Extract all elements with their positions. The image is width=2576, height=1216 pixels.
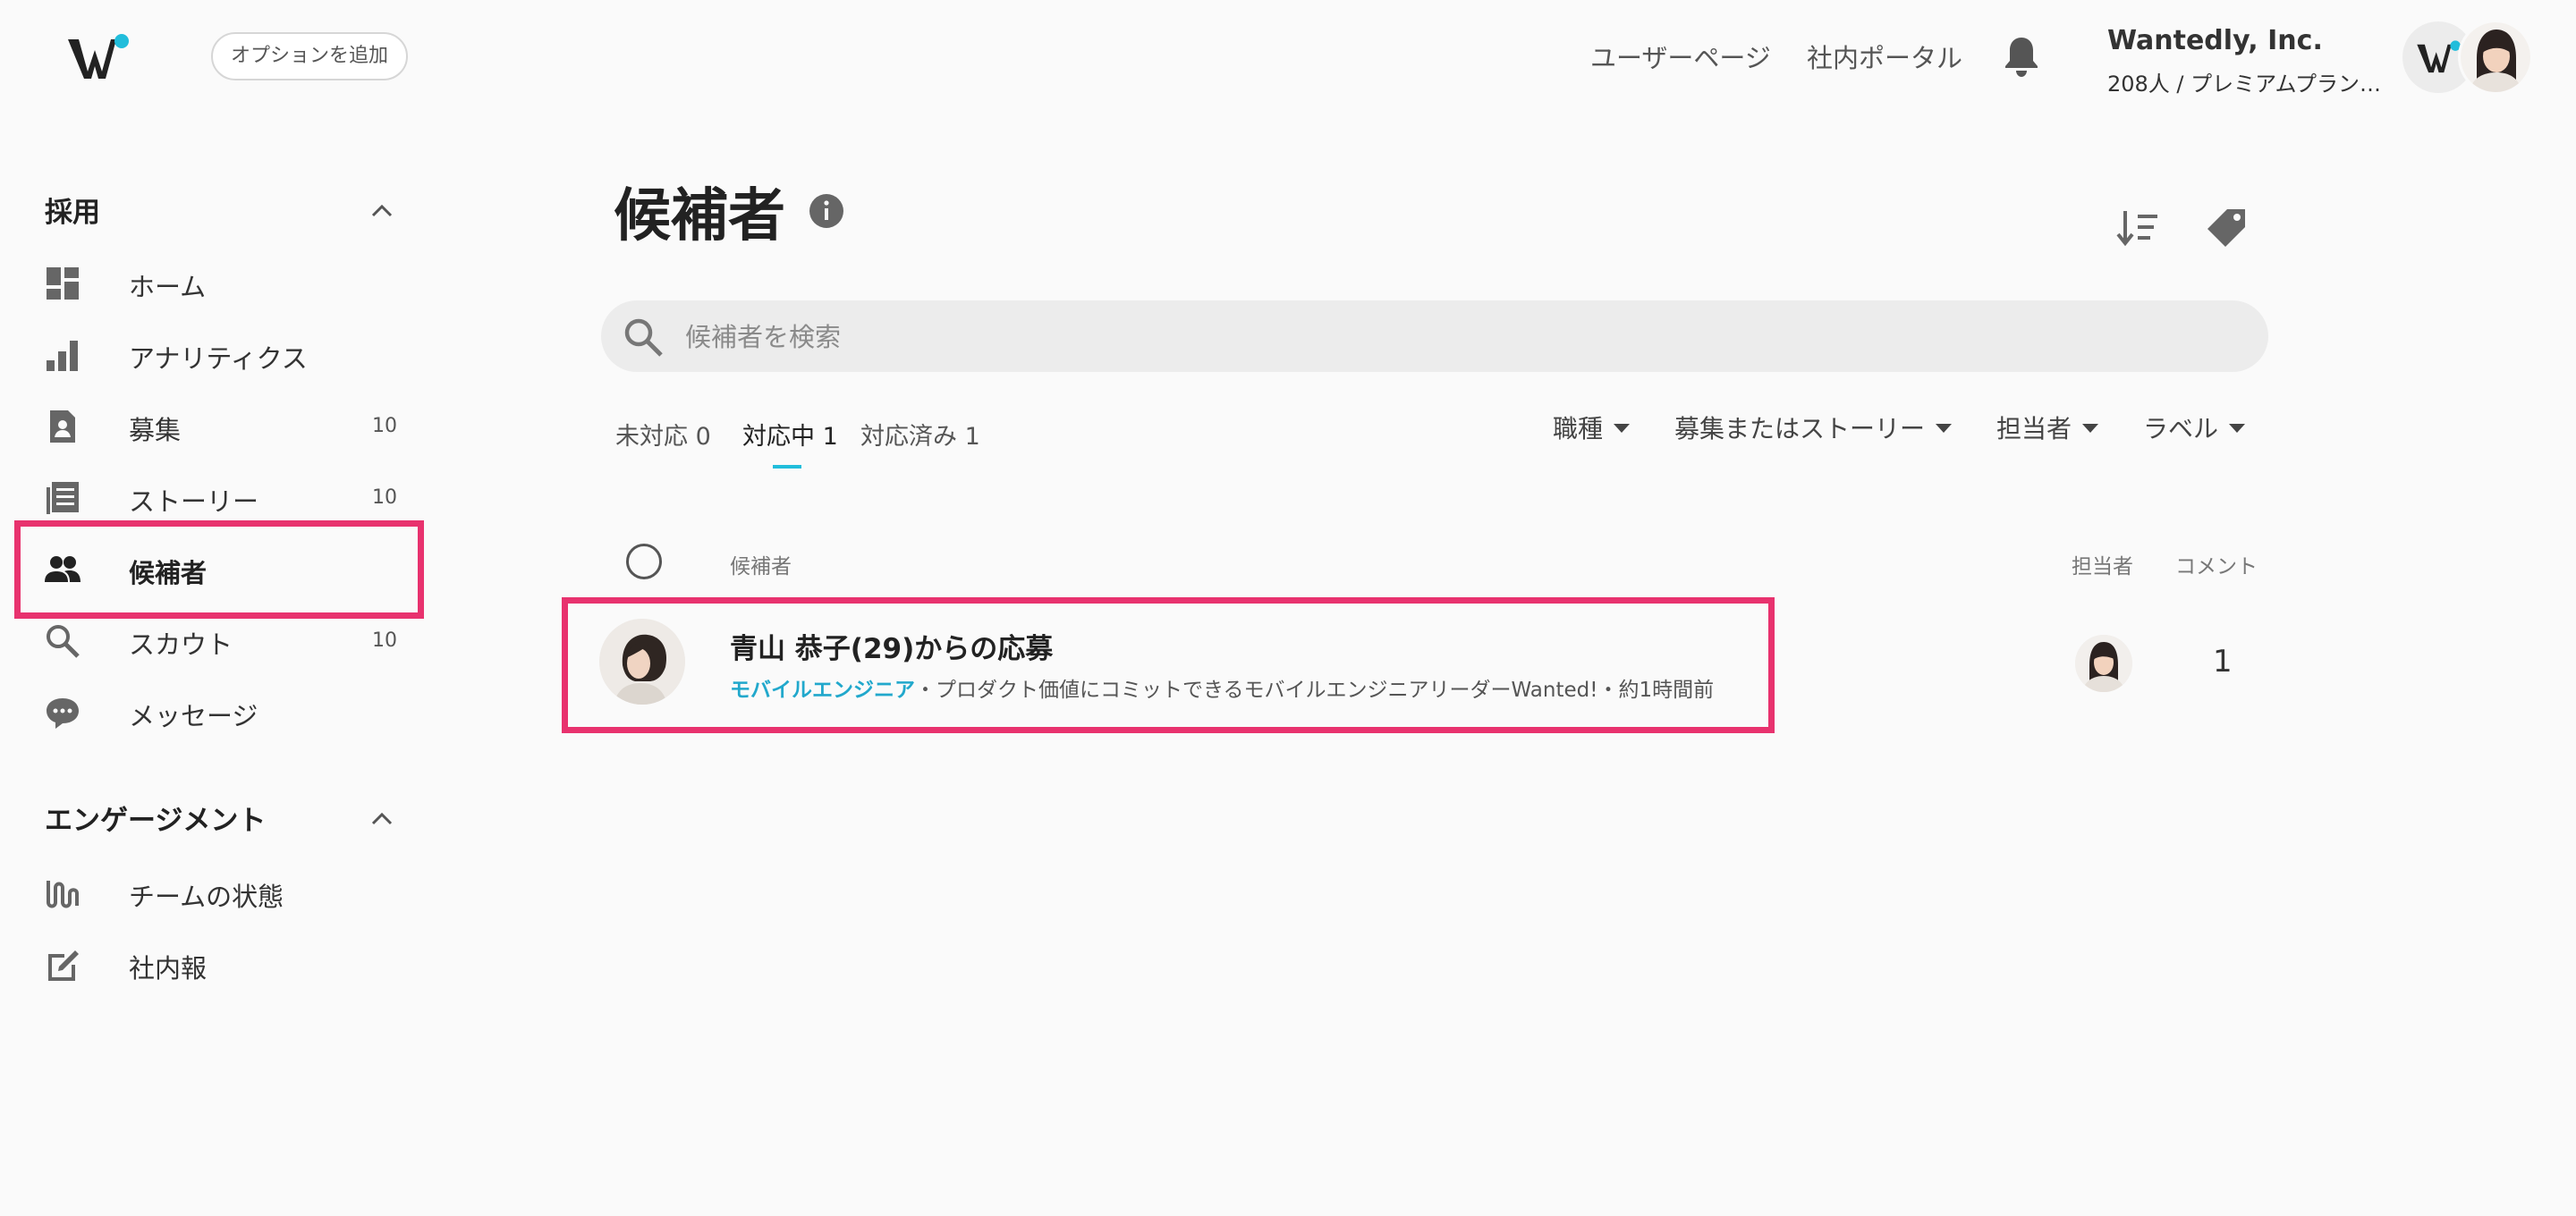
filter-label: 募集またはストーリー: [1674, 414, 1926, 443]
bell-icon[interactable]: [2002, 34, 2041, 79]
user-page-link[interactable]: ユーザーページ: [1590, 38, 1771, 75]
sort-icon[interactable]: [2116, 207, 2159, 249]
filter-assignee[interactable]: 担当者: [1996, 410, 2099, 445]
sidebar-item-count: 10: [372, 415, 397, 437]
search-icon: [47, 625, 80, 658]
account-avatar-group[interactable]: [2402, 20, 2537, 95]
sidebar-item-count: 10: [372, 486, 397, 509]
tab-unhandled[interactable]: 未対応 0: [615, 417, 711, 452]
filter-job-type[interactable]: 職種: [1553, 410, 1631, 445]
select-all-checkbox[interactable]: [626, 544, 662, 579]
assignee-photo-icon: [2075, 635, 2132, 692]
caret-down-icon: [1936, 424, 1953, 433]
sidebar-item-label: アナリティクス: [129, 343, 308, 374]
candidate-row-highlight-box: [562, 597, 1775, 733]
active-tab-indicator: [773, 465, 801, 469]
search-icon: [624, 318, 663, 357]
candidate-search-input[interactable]: [683, 311, 2225, 363]
caret-down-icon: [1614, 424, 1631, 433]
filter-label: ラベル: [2143, 414, 2219, 443]
chat-icon: [47, 698, 79, 729]
comment-count[interactable]: 1: [2213, 644, 2233, 680]
sidebar-item-label: 募集: [129, 415, 182, 445]
sidebar-item-label: 社内報: [129, 953, 208, 984]
person-photo-icon: [2461, 22, 2530, 92]
sidebar-item-count: 10: [372, 629, 397, 652]
sidebar-item-recruit[interactable]: 募集 10: [14, 393, 419, 460]
internal-portal-link[interactable]: 社内ポータル: [1807, 38, 1962, 75]
chevron-up-icon[interactable]: [370, 810, 394, 826]
chevron-up-icon[interactable]: [370, 202, 394, 218]
candidate-search-bar[interactable]: [601, 300, 2268, 372]
column-header-candidate: 候補者: [730, 555, 792, 578]
recruit-document-icon: [50, 410, 75, 443]
sidebar-item-label: ストーリー: [129, 486, 259, 517]
sidebar-item-analytics[interactable]: アナリティクス: [14, 322, 419, 388]
assignee-avatar[interactable]: [2075, 635, 2132, 692]
dashboard-icon: [47, 267, 79, 300]
sidebar-item-label: スカウト: [129, 629, 233, 660]
sidebar-item-label: メッセージ: [129, 701, 258, 731]
info-icon[interactable]: [809, 193, 844, 229]
tab-handled[interactable]: 対応済み 1: [860, 417, 980, 452]
tab-in-progress[interactable]: 対応中 1: [742, 417, 838, 452]
caret-down-icon: [2082, 424, 2099, 433]
sidebar-item-team-status[interactable]: チームの状態: [14, 860, 419, 926]
tag-icon[interactable]: [2206, 207, 2247, 249]
column-header-assignee: 担当者: [2072, 555, 2133, 578]
company-plan[interactable]: 208人 / プレミアムプラン ...: [2107, 66, 2385, 97]
sidebar-item-label: チームの状態: [129, 882, 284, 912]
filter-recruit-or-story[interactable]: 募集またはストーリー: [1674, 410, 1953, 445]
top-header: オプションを追加 ユーザーページ 社内ポータル Wantedly, Inc. 2…: [0, 0, 2576, 114]
caret-down-icon: [2229, 424, 2246, 433]
sidebar-item-home[interactable]: ホーム: [14, 250, 419, 317]
recruit-section-title[interactable]: 採用: [45, 190, 100, 230]
filter-label: 職種: [1553, 414, 1604, 443]
story-icon: [47, 482, 79, 514]
pulse-icon: [47, 881, 79, 908]
bar-chart-icon: [47, 341, 78, 371]
user-avatar[interactable]: [2458, 20, 2533, 95]
sidebar-item-label: ホーム: [129, 272, 207, 302]
engagement-section-title[interactable]: エンゲージメント: [45, 798, 266, 838]
sidebar-item-message[interactable]: メッセージ: [14, 680, 419, 746]
company-name[interactable]: Wantedly, Inc.: [2107, 25, 2323, 56]
candidates-highlight-box: [14, 520, 424, 619]
filter-label: 担当者: [1996, 414, 2072, 443]
add-option-button[interactable]: オプションを追加: [211, 32, 409, 80]
wantedly-logo-icon[interactable]: [66, 32, 134, 82]
page-title: 候補者: [614, 183, 785, 249]
edit-icon: [48, 950, 79, 981]
sidebar-item-newsletter[interactable]: 社内報: [14, 932, 419, 998]
column-header-comment: コメント: [2175, 555, 2258, 578]
filter-label-tag[interactable]: ラベル: [2143, 410, 2246, 445]
